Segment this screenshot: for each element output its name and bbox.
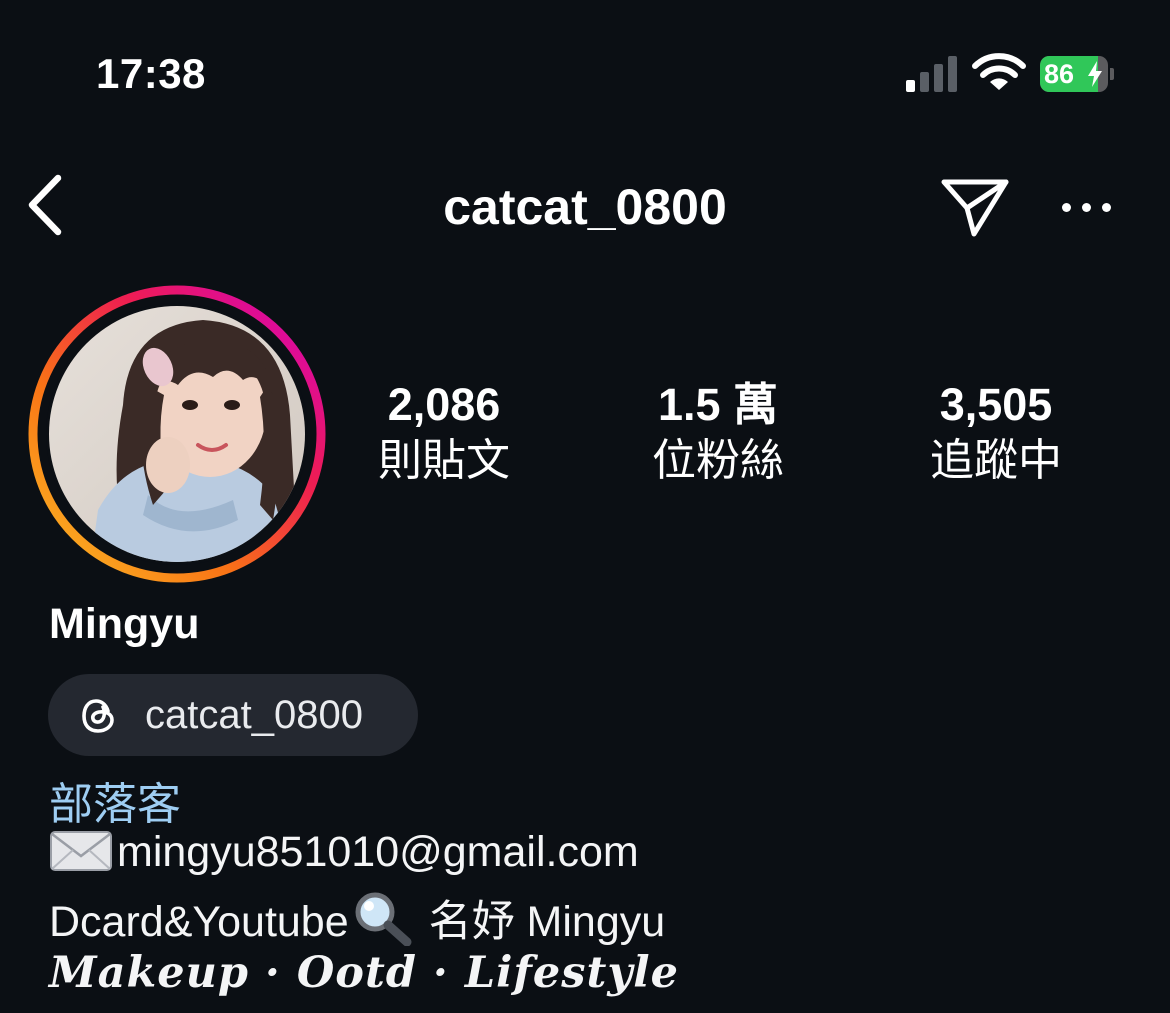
bio-channels-text: Dcard&Youtube: [49, 898, 349, 946]
stat-posts-value: 2,086: [387, 379, 501, 430]
status-time: 17:38: [96, 50, 206, 97]
battery-charging-icon: 86: [1040, 56, 1116, 92]
stat-followers-label: 位粉絲: [652, 436, 784, 485]
bio-email-line: mingyu851010@gmail.com: [49, 828, 639, 877]
stat-following-value: 3,505: [939, 379, 1053, 430]
stat-followers[interactable]: 1.5 萬 位粉絲: [598, 378, 838, 490]
display-name: Mingyu: [49, 600, 200, 648]
threads-profile-button[interactable]: catcat_0800: [48, 674, 418, 756]
charging-bolt-icon: [1088, 61, 1102, 87]
threads-icon: [82, 699, 114, 733]
bio-channels-line: Dcard&Youtube 名妤 Mingyu: [49, 887, 665, 949]
send-message-icon[interactable]: [938, 174, 1012, 240]
stat-following-label: 追蹤中: [930, 436, 1062, 485]
stat-following[interactable]: 3,505 追蹤中: [876, 378, 1116, 490]
cellular-signal-icon: [906, 56, 960, 92]
stat-posts-label: 則貼文: [378, 436, 510, 485]
bio-tagline: Makeup · Ootd · Lifestyle: [49, 948, 680, 998]
bio-channel-name: 名妤 Mingyu: [416, 898, 666, 946]
bio-email[interactable]: mingyu851010@gmail.com: [117, 828, 639, 876]
profile-category[interactable]: 部落客: [49, 768, 181, 832]
envelope-icon: [50, 831, 112, 871]
more-options-icon[interactable]: [1056, 192, 1116, 226]
threads-handle: catcat_0800: [145, 693, 363, 737]
stat-posts[interactable]: 2,086 則貼文: [324, 378, 564, 490]
stat-followers-value: 1.5 萬: [657, 379, 779, 430]
avatar[interactable]: [28, 285, 326, 583]
magnifying-glass-icon: [355, 892, 412, 946]
battery-percent: 86: [1044, 59, 1075, 89]
wifi-icon: [972, 53, 1026, 90]
